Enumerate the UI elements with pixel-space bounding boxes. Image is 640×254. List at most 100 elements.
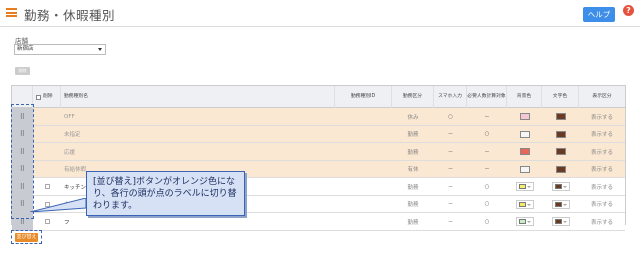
row-text-color — [542, 126, 579, 143]
row-display[interactable]: 表示する — [579, 126, 625, 143]
text-color-dropdown[interactable] — [551, 217, 570, 226]
header-delete: 削除 — [33, 86, 61, 108]
page-title: 勤務・休暇種別 — [24, 8, 116, 23]
row-bg-color — [507, 161, 542, 178]
row-smartphone: － — [447, 167, 454, 173]
chevron-down-icon — [98, 48, 102, 51]
help-button[interactable]: ヘルプ — [583, 7, 615, 22]
row-category: 勤務 — [407, 149, 419, 156]
header-required[interactable]: 必要人数計算対象 — [467, 86, 507, 108]
text-color-dropdown[interactable] — [551, 199, 570, 209]
row-bg-color[interactable] — [507, 213, 542, 230]
sort-button[interactable]: 並び替え — [15, 233, 38, 242]
help-question-icon[interactable]: ? — [623, 5, 634, 16]
bg-color-swatch — [519, 130, 530, 138]
row-delete-cell — [33, 108, 61, 125]
text-color-swatch — [555, 148, 566, 155]
bg-color-swatch — [518, 184, 526, 189]
row-required: ○ — [484, 218, 490, 225]
row-required: ○ — [484, 131, 490, 137]
row-name[interactable]: 未指定 — [64, 126, 334, 143]
row-category: 勤務 — [407, 132, 419, 138]
bg-color-swatch — [519, 113, 530, 120]
row-bg-color — [507, 108, 542, 125]
row-required: ○ — [484, 183, 490, 190]
row-delete-cell — [33, 126, 61, 143]
row-name[interactable]: OFF — [64, 108, 334, 125]
header-text-color[interactable]: 文字色 — [542, 86, 579, 108]
header-bg-color[interactable]: 背景色 — [507, 86, 542, 108]
header-display[interactable]: 表示区分 — [579, 86, 625, 108]
text-color-swatch — [555, 130, 566, 138]
table-row[interactable]: ⠿ 未指定 勤務－ ○ 表示する — [12, 125, 625, 143]
row-bg-color[interactable] — [507, 178, 542, 195]
chevron-down-icon — [562, 203, 567, 206]
select-all-checkbox[interactable] — [36, 94, 41, 100]
row-required: － — [484, 167, 490, 173]
row-smartphone: － — [447, 202, 454, 208]
header-category[interactable]: 勤務区分 — [392, 86, 434, 108]
header-smartphone[interactable]: スマホ入力 — [434, 86, 467, 108]
row-category: 休み — [407, 114, 419, 121]
header-delete-label: 削除 — [43, 94, 53, 100]
chevron-down-icon — [562, 221, 567, 223]
chevron-down-icon — [526, 221, 531, 223]
row-text-color — [542, 143, 579, 160]
row-smartphone: ○ — [448, 113, 453, 120]
table-header: 削除 勤務種別名 勤務種別ID 勤務区分 スマホ入力 必要人数計算対象 背景色 … — [12, 86, 625, 108]
bg-color-swatch — [519, 165, 530, 173]
bg-color-dropdown[interactable] — [515, 199, 534, 209]
row-delete-checkbox[interactable] — [44, 184, 50, 189]
row-smartphone: － — [447, 149, 454, 156]
text-color-swatch — [554, 219, 562, 224]
callout-text: [並び替え]ボタンがオレンジ色になり、各行の頭が点のラベルに切り替わります。 — [93, 177, 237, 211]
title-bar: 勤務・休暇種別 ヘルプ ? — [0, 0, 640, 26]
delete-tag[interactable]: 削除 — [15, 67, 30, 75]
row-bg-color[interactable] — [507, 196, 542, 213]
header-name[interactable]: 勤務種別名 — [61, 86, 335, 108]
row-delete-cell — [33, 178, 61, 195]
row-display[interactable]: 表示する — [579, 213, 625, 230]
text-color-dropdown[interactable] — [551, 182, 570, 191]
bg-color-dropdown[interactable] — [515, 217, 534, 226]
chevron-down-icon — [526, 186, 531, 188]
row-bg-color — [507, 143, 542, 160]
text-color-swatch — [554, 201, 562, 207]
chevron-down-icon — [526, 203, 531, 206]
bg-color-swatch — [518, 201, 526, 207]
chevron-down-icon — [562, 186, 567, 188]
row-category: 勤務 — [407, 219, 419, 226]
header-id: 勤務種別ID — [335, 86, 392, 108]
text-color-swatch — [555, 165, 566, 173]
row-delete-cell — [33, 213, 61, 230]
hamburger-menu-icon[interactable] — [6, 8, 17, 17]
row-required: ○ — [484, 201, 490, 207]
row-display[interactable]: 表示する — [579, 161, 625, 178]
row-smartphone: － — [447, 219, 454, 226]
row-category: 勤務 — [407, 184, 419, 191]
store-select-value: 新宿店 — [17, 46, 34, 52]
row-text-color[interactable] — [542, 196, 579, 213]
table-row[interactable]: ⠿ OFF 休み ○ －表示する — [12, 108, 625, 126]
bg-color-swatch — [519, 148, 530, 155]
row-delete-cell — [33, 143, 61, 160]
row-text-color[interactable] — [542, 178, 579, 195]
row-display[interactable]: 表示する — [579, 143, 625, 160]
row-smartphone: － — [447, 184, 454, 191]
row-category: 有休 — [407, 167, 419, 173]
text-color-swatch — [555, 113, 566, 120]
row-display[interactable]: 表示する — [579, 178, 625, 195]
row-name[interactable]: 応援 — [64, 143, 334, 160]
bg-color-swatch — [518, 219, 526, 224]
row-category: 勤務 — [407, 202, 419, 208]
row-text-color — [542, 108, 579, 125]
bg-color-dropdown[interactable] — [515, 182, 534, 191]
annotation-callout: [並び替え]ボタンがオレンジ色になり、各行の頭が点のラベルに切り替わります。 — [86, 171, 245, 216]
row-display[interactable]: 表示する — [579, 196, 625, 213]
row-display[interactable]: 表示する — [579, 108, 625, 125]
row-delete-checkbox[interactable] — [44, 219, 50, 224]
store-select[interactable]: 新宿店 — [14, 44, 106, 55]
callout-arrow — [30, 198, 86, 212]
row-text-color[interactable] — [542, 213, 579, 230]
table-row[interactable]: ⠿ 応援 勤務－－表示する — [12, 143, 625, 161]
